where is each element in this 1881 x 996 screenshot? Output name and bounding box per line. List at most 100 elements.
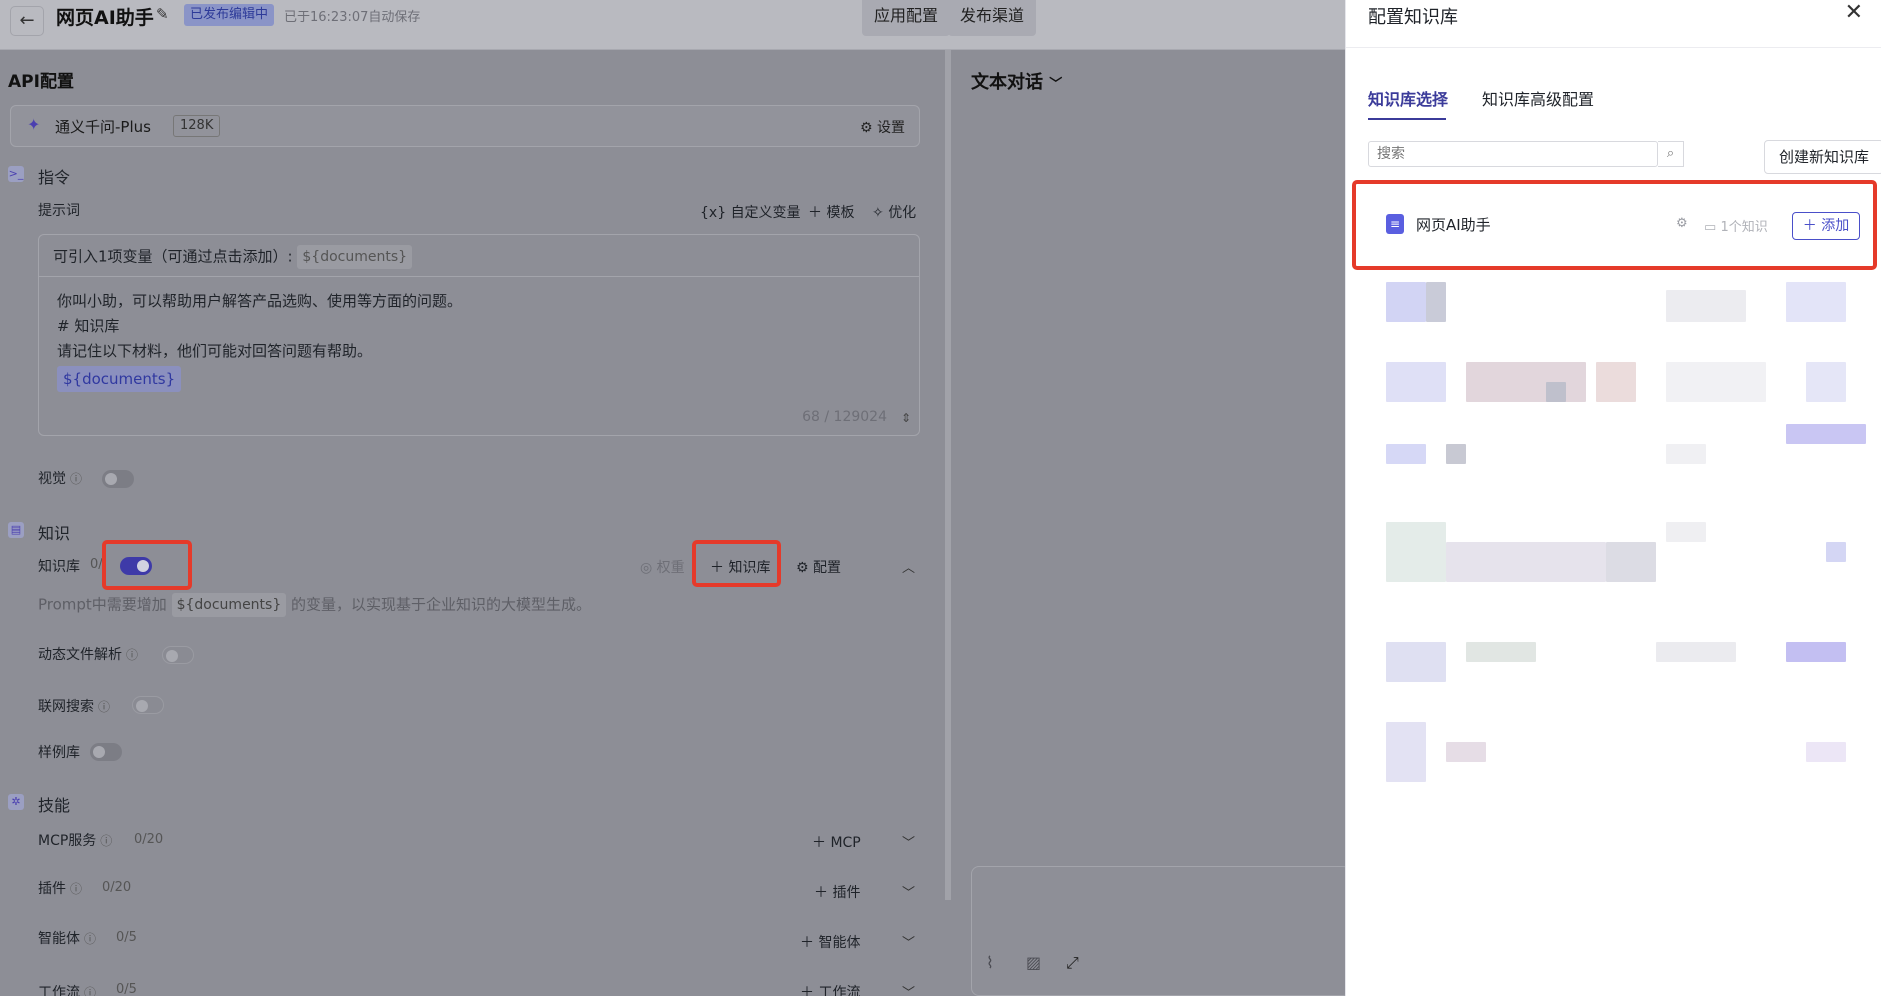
kb-config-button[interactable]: ⚙ 配置 [796, 557, 841, 577]
chat-mode-select[interactable]: 文本对话 ﹀ [971, 68, 1062, 94]
sparkle-icon: ✲ [8, 794, 24, 810]
api-config-title: API配置 [8, 72, 74, 92]
blurred-content [1666, 290, 1746, 322]
plus-icon: ＋ [1802, 218, 1817, 234]
kb-label: 知识库 [38, 559, 80, 575]
plugin-label: 插件 ⓘ [38, 881, 83, 897]
chevron-up-icon[interactable]: ︿ [902, 557, 915, 576]
plus-icon: ＋ [808, 205, 822, 221]
blurred-content [1386, 362, 1446, 402]
close-icon[interactable]: ✕ [1845, 0, 1863, 25]
paperclip-icon[interactable]: ⌇ [986, 953, 994, 972]
info-icon: ⓘ [70, 882, 83, 896]
custom-variable-button[interactable]: {x} 自定义变量 [700, 202, 801, 222]
prompt-editor[interactable]: 可引入1项变量（可通过点击添加）: ${documents} 你叫小助，可以帮助… [38, 234, 920, 436]
magic-icon: ✧ [872, 205, 884, 221]
back-button[interactable]: ← [10, 6, 44, 36]
chevron-down-icon[interactable]: ﹀ [902, 832, 915, 851]
info-icon: ⓘ [70, 472, 83, 486]
blurred-content [1546, 382, 1566, 402]
publish-channel-button[interactable]: 发布渠道 [948, 0, 1037, 36]
blurred-content [1596, 362, 1636, 402]
model-context-tag: 128K [173, 115, 221, 137]
mcp-label: MCP服务 ⓘ [38, 833, 113, 849]
create-kb-button[interactable]: 创建新知识库 [1764, 140, 1881, 174]
plus-icon: ＋ [812, 835, 826, 851]
example-lib-label: 样例库 [38, 745, 80, 761]
prompt-text[interactable]: 你叫小助，可以帮助用户解答产品选购、使用等方面的问题。 # 知识库 请记住以下材… [39, 277, 919, 404]
add-plugin-button[interactable]: ＋ 插件 [814, 882, 860, 902]
chat-input-box[interactable]: ⌇ ▨ ⤢ [971, 866, 1351, 996]
blurred-content [1446, 542, 1606, 582]
chevron-down-icon[interactable]: ﹀ [902, 932, 915, 951]
config-panel: API配置 ✦ 通义千问-Plus 128K ⚙ 设置 >_ 指令 提示词 {x… [0, 50, 945, 996]
info-icon: ⓘ [126, 648, 139, 662]
app-config-button[interactable]: 应用配置 [862, 0, 951, 36]
blurred-content [1426, 282, 1446, 322]
target-icon: ◎ [640, 560, 653, 576]
model-logo-icon: ✦ [27, 115, 41, 134]
tab-kb-select[interactable]: 知识库选择 [1368, 86, 1448, 110]
image-icon[interactable]: ▨ [1026, 953, 1041, 972]
blurred-content [1466, 642, 1536, 662]
dynamic-file-toggle[interactable] [162, 646, 194, 664]
expand-icon[interactable]: ⇕ [901, 411, 911, 425]
vision-toggle[interactable] [102, 470, 134, 488]
gear-icon: ⚙ [796, 560, 809, 576]
char-count: 68 / 129024 [802, 409, 887, 425]
gear-icon[interactable]: ⚙ [1676, 216, 1688, 231]
blurred-content [1466, 362, 1586, 402]
arrow-left-icon: ← [19, 10, 35, 31]
chevron-down-icon: ﹀ [1049, 77, 1063, 92]
kb-item-count: ▭ 1个知识 [1704, 220, 1768, 235]
chevron-down-icon[interactable]: ﹀ [902, 982, 915, 996]
plus-icon: ＋ [814, 885, 828, 901]
agent-count: 0/5 [116, 930, 137, 945]
blurred-content [1786, 642, 1846, 662]
plugin-count: 0/20 [102, 880, 132, 895]
kb-search-input[interactable] [1368, 141, 1658, 167]
blurred-content [1666, 522, 1706, 542]
highlight-box-toggle [102, 540, 192, 590]
info-icon: ⓘ [100, 834, 113, 848]
blurred-content [1446, 444, 1466, 464]
pencil-icon[interactable]: ✎ [156, 5, 169, 23]
example-lib-toggle[interactable] [90, 743, 122, 761]
info-icon: ⓘ [84, 986, 97, 996]
tab-kb-advanced[interactable]: 知识库高级配置 [1482, 86, 1594, 110]
model-name: 通义千问-Plus [55, 118, 151, 136]
add-mcp-button[interactable]: ＋ MCP [812, 832, 861, 852]
blurred-content [1666, 362, 1766, 402]
vision-label: 视觉 ⓘ [38, 471, 83, 487]
braces-icon: {x} [700, 205, 727, 221]
web-search-toggle[interactable] [132, 696, 164, 714]
blurred-content [1386, 722, 1426, 782]
add-agent-button[interactable]: ＋ 智能体 [800, 932, 860, 952]
drawer-title: 配置知识库 [1368, 7, 1458, 28]
template-button[interactable]: ＋ 模板 [808, 202, 854, 222]
documents-variable-chip[interactable]: ${documents} [297, 245, 413, 269]
blurred-content [1386, 642, 1446, 682]
book-icon: ▤ [8, 522, 24, 538]
optimize-button[interactable]: ✧ 优化 [872, 202, 916, 222]
variable-hint-row: 可引入1项变量（可通过点击添加）: ${documents} [39, 235, 919, 277]
chat-panel: 文本对话 ﹀ ⌇ ▨ ⤢ [951, 50, 1351, 996]
blurred-content [1826, 542, 1846, 562]
document-icon: ≡ [1386, 214, 1404, 234]
search-icon[interactable]: ⌕ [1658, 141, 1684, 167]
model-selector[interactable]: ✦ 通义千问-Plus 128K ⚙ 设置 [10, 105, 920, 147]
terminal-icon: >_ [8, 166, 24, 182]
blurred-content [1786, 282, 1846, 322]
blurred-content [1666, 444, 1706, 464]
fullscreen-icon[interactable]: ⤢ [1066, 953, 1079, 973]
add-workflow-button[interactable]: ＋ 工作流 [800, 982, 860, 996]
chevron-down-icon[interactable]: ﹀ [902, 882, 915, 901]
weight-button[interactable]: ◎ 权重 [640, 557, 685, 577]
kb-add-button[interactable]: ＋ 添加 [1792, 212, 1860, 240]
info-icon: ⓘ [98, 700, 111, 714]
web-search-label: 联网搜索 ⓘ [38, 699, 111, 715]
documents-variable-chip: ${documents} [171, 593, 287, 617]
kb-hint: Prompt中需要增加 ${documents} 的变量，以实现基于企业知识的大… [38, 593, 591, 617]
blurred-content [1386, 282, 1426, 322]
model-settings-button[interactable]: ⚙ 设置 [860, 117, 905, 137]
